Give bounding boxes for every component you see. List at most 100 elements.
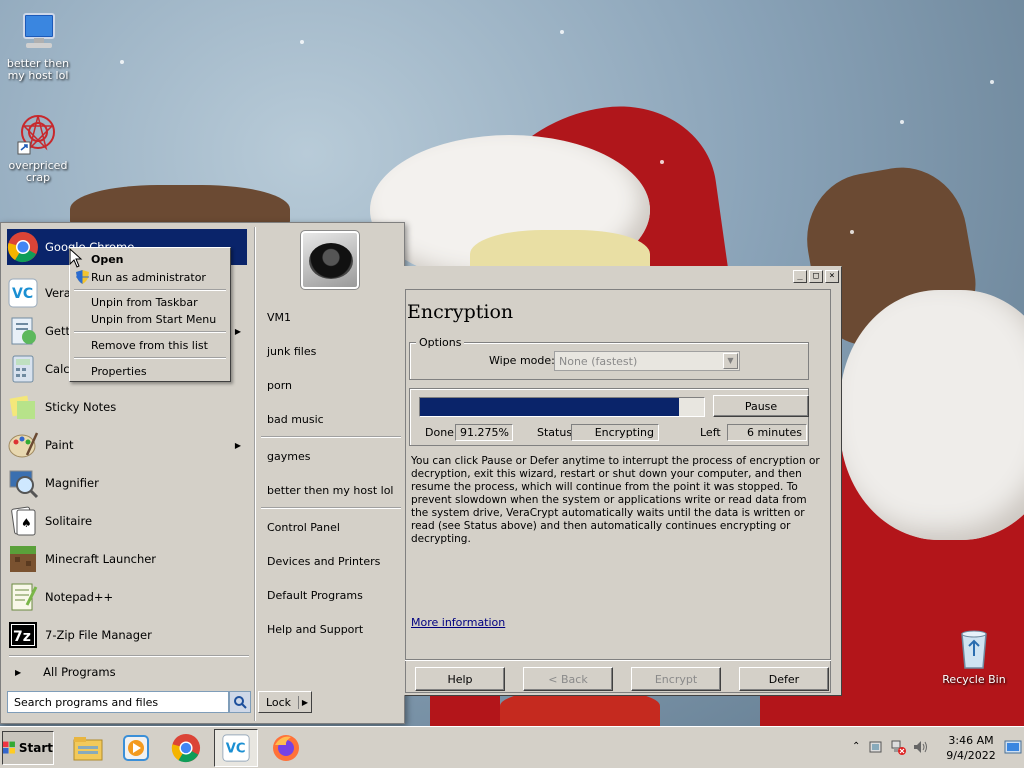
action-center-icon[interactable] [868, 739, 884, 755]
start-right-default-programs[interactable]: Default Programs [265, 585, 399, 605]
desktop-icon-label: Recycle Bin [942, 673, 1006, 686]
done-value: 91.275% [455, 424, 513, 441]
solitaire-icon: ♠ [7, 505, 39, 537]
start-item-solitaire[interactable]: ♠ Solitaire [7, 503, 247, 539]
start-right-gaymes[interactable]: gaymes [265, 446, 399, 466]
start-right-bad-music[interactable]: bad music [265, 409, 399, 429]
taskbar-explorer[interactable] [66, 729, 110, 767]
svg-text:♠: ♠ [21, 516, 32, 530]
start-right-porn[interactable]: porn [265, 375, 399, 395]
desktop-icon-recycle-bin[interactable]: Recycle Bin [936, 626, 1012, 686]
start-right-control-panel[interactable]: Control Panel [265, 517, 399, 537]
start-item-label: Calc [45, 362, 70, 376]
pause-button[interactable]: Pause [713, 395, 809, 417]
ctx-separator [74, 331, 226, 333]
taskbar-veracrypt[interactable]: VC [214, 729, 258, 767]
search-programs-input[interactable]: Search programs and files [7, 691, 229, 713]
start-item-7zip[interactable]: 7z 7-Zip File Manager [7, 617, 247, 653]
lock-options-arrow-icon[interactable]: ▶ [299, 698, 311, 707]
all-programs-button[interactable]: ▶ All Programs [9, 659, 249, 685]
windows-logo-icon [3, 741, 15, 754]
veracrypt-window: _ □ × Encryption Options Wipe mode: None… [404, 266, 842, 696]
ctx-properties[interactable]: Properties [73, 363, 227, 379]
ctx-open[interactable]: Open [73, 251, 227, 267]
wallpaper-coat-bottom-left [430, 690, 500, 730]
firefox-icon [273, 735, 299, 761]
system-tray: ⌃ 3:46 AM 9/4/2022 [848, 729, 1024, 767]
ctx-unpin-start[interactable]: Unpin from Start Menu [73, 311, 227, 327]
show-hidden-icons-icon[interactable]: ⌃ [852, 741, 860, 752]
search-icon [234, 696, 247, 709]
paint-icon [7, 429, 39, 461]
getting-started-icon [7, 315, 39, 347]
defer-button[interactable]: Defer [739, 667, 829, 691]
ctx-run-as-admin[interactable]: Run as administrator [73, 269, 227, 285]
wipe-mode-select[interactable]: None (fastest) ▼ [554, 351, 740, 371]
taskbar-chrome[interactable] [164, 729, 208, 767]
snowflake [990, 80, 994, 84]
volume-icon[interactable] [912, 739, 930, 755]
taskbar-media-player[interactable] [114, 729, 158, 767]
start-item-minecraft-launcher[interactable]: Minecraft Launcher [7, 541, 247, 577]
minimize-button[interactable]: _ [793, 270, 807, 283]
snowflake [900, 120, 904, 124]
ctx-remove-from-list[interactable]: Remove from this list [73, 337, 227, 353]
turntable-icon [309, 243, 353, 279]
lock-button[interactable]: Lock ▶ [258, 691, 312, 713]
start-item-paint[interactable]: Paint ▶ [7, 427, 247, 463]
start-right-junk-files[interactable]: junk files [265, 341, 399, 361]
start-item-notepadpp[interactable]: Notepad++ [7, 579, 247, 615]
encrypt-button[interactable]: Encrypt [631, 667, 721, 691]
search-button[interactable] [229, 691, 251, 713]
start-right-separator [261, 436, 401, 438]
start-item-label: Paint [45, 438, 74, 452]
status-value: Encrypting [571, 424, 659, 441]
start-right-help-support[interactable]: Help and Support [265, 619, 399, 639]
start-item-label: Magnifier [45, 476, 99, 490]
more-information-link[interactable]: More information [411, 616, 505, 629]
submenu-arrow-icon: ▶ [234, 440, 241, 450]
ctx-unpin-taskbar[interactable]: Unpin from Taskbar [73, 294, 227, 310]
clock[interactable]: 3:46 AM 9/4/2022 [943, 733, 999, 763]
ctx-separator [74, 289, 226, 291]
wizard-button-separator [405, 659, 831, 661]
user-picture[interactable] [300, 230, 360, 290]
wizard-info-text: You can click Pause or Defer anytime to … [411, 455, 820, 545]
start-menu-column-divider [254, 227, 256, 721]
start-item-sticky-notes[interactable]: Sticky Notes [7, 389, 247, 425]
desktop-icon-shortcut[interactable]: overpriced crap [0, 112, 76, 184]
start-button[interactable]: Start [2, 731, 54, 765]
desktop-icon-computer[interactable]: better then my host lol [0, 10, 76, 82]
close-button[interactable]: × [825, 270, 839, 283]
magnifier-icon [7, 467, 39, 499]
context-menu: Open Run as administrator Unpin from Tas… [69, 247, 231, 382]
taskbar: Start VC ⌃ 3:46 AM 9/4/2022 [0, 726, 1024, 768]
back-button[interactable]: < Back [523, 667, 613, 691]
start-right-vm1[interactable]: VM1 [265, 307, 399, 327]
window-titlebar[interactable]: _ □ × [405, 267, 841, 289]
clock-time: 3:46 AM [948, 734, 994, 747]
taskbar-firefox[interactable] [264, 729, 308, 767]
snowflake [120, 60, 124, 64]
svg-text:7z: 7z [13, 629, 31, 645]
desktop-icon-label: overpriced crap [8, 159, 68, 184]
media-player-icon [123, 735, 149, 761]
mouse-cursor-icon [69, 248, 83, 268]
start-item-magnifier[interactable]: Magnifier [7, 465, 247, 501]
snowflake [300, 40, 304, 44]
maximize-button[interactable]: □ [809, 270, 823, 283]
window-controls: _ □ × [793, 270, 839, 283]
start-right-devices-printers[interactable]: Devices and Printers [265, 551, 399, 571]
help-button[interactable]: Help [415, 667, 505, 691]
start-item-label: 7-Zip File Manager [45, 628, 152, 642]
status-label: Status [537, 426, 573, 439]
start-right-computer[interactable]: better then my host lol [265, 480, 399, 500]
start-item-label: Gett [45, 324, 71, 338]
computer-icon [16, 10, 60, 54]
clock-date: 9/4/2022 [946, 749, 996, 762]
notepadpp-icon [7, 581, 39, 613]
start-item-label: Solitaire [45, 514, 93, 528]
show-desktop-icon[interactable] [1004, 737, 1022, 759]
wipe-mode-value: None (fastest) [559, 355, 638, 368]
network-icon[interactable] [890, 739, 906, 755]
